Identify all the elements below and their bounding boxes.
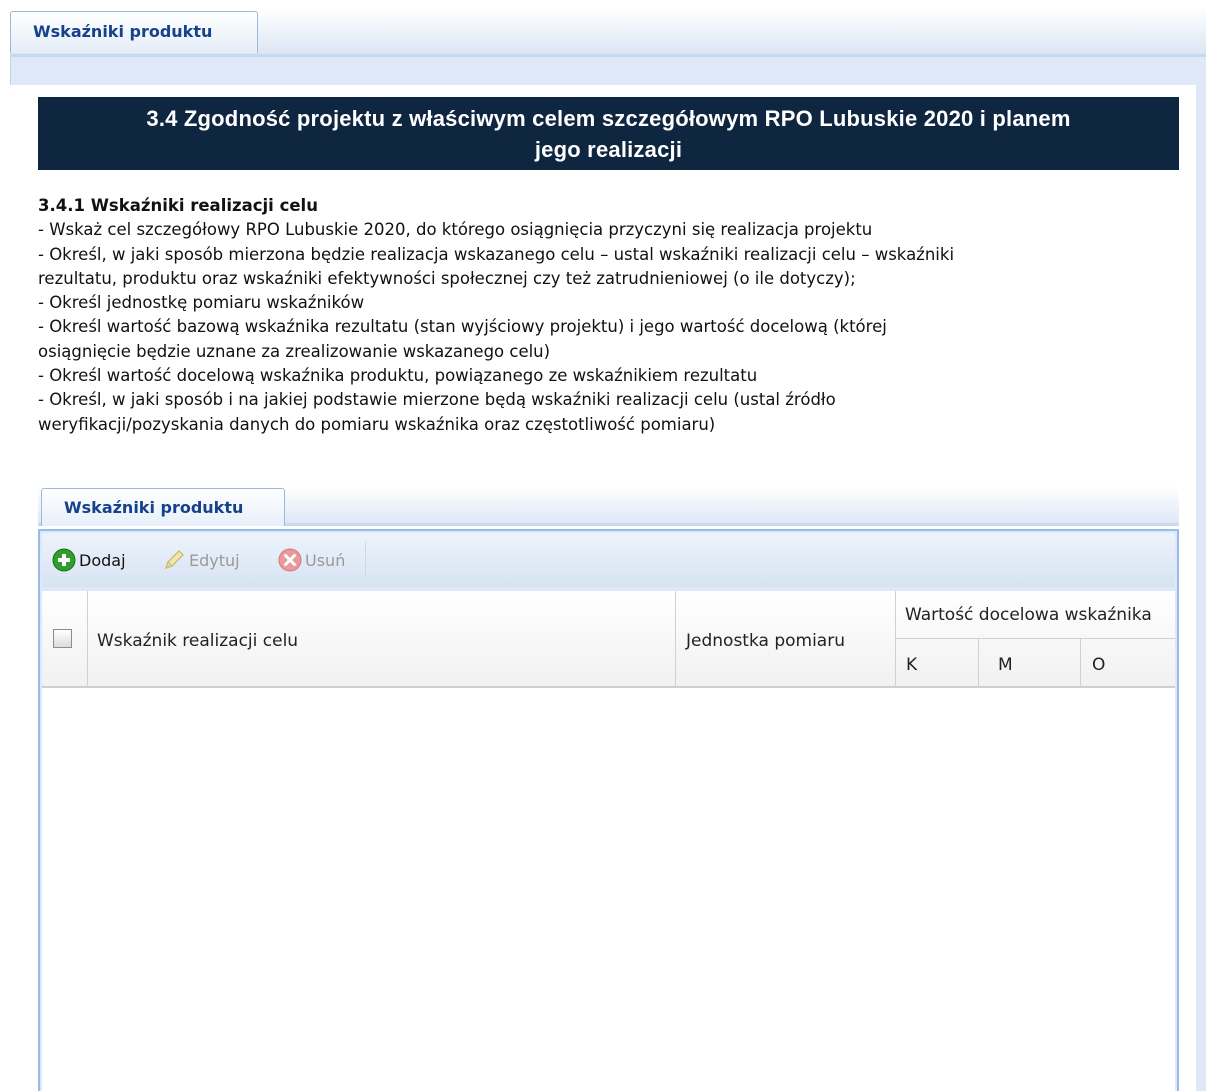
section-title-line2: jego realizacji (534, 137, 683, 162)
outer-tab-strip: Wskaźniki produktu (10, 8, 1206, 57)
delete-circle-icon (278, 548, 302, 572)
plus-circle-icon (52, 548, 76, 572)
description-line: - Określ, w jaki sposób i na jakiej pods… (38, 390, 836, 410)
tab-wskazniki-produktu-outer[interactable]: Wskaźniki produktu (10, 11, 258, 53)
inner-tab-strip: Wskaźniki produktu (38, 486, 1179, 526)
column-header-o[interactable]: O (1081, 639, 1175, 688)
toolbar-separator (365, 542, 366, 578)
section-description: 3.4.1 Wskaźniki realizacji celu - Wskaż … (38, 194, 1179, 437)
description-line: - Określ wartość bazową wskaźnika rezult… (38, 317, 887, 337)
select-all-column (42, 591, 88, 688)
pencil-icon (165, 550, 184, 569)
column-header-unit[interactable]: Jednostka pomiaru (676, 591, 896, 688)
section-title-banner: 3.4 Zgodność projektu z właściwym celem … (38, 97, 1179, 170)
tab-wskazniki-produktu[interactable]: Wskaźniki produktu (41, 488, 285, 526)
description-line: - Określ wartość docelową wskaźnika prod… (38, 366, 758, 386)
column-group-target-value: Wartość docelowa wskaźnika (896, 591, 1175, 639)
column-header-indicator[interactable]: Wskaźnik realizacji celu (88, 591, 676, 688)
delete-button-label: Usuń (305, 550, 346, 570)
section-title-line1: 3.4 Zgodność projektu z właściwym celem … (146, 106, 1071, 131)
indicators-grid: Wskaźnik realizacji celu Jednostka pomia… (42, 591, 1175, 1091)
delete-button[interactable]: Usuń (278, 546, 345, 574)
column-header-m[interactable]: M (979, 639, 1081, 688)
grid-header: Wskaźnik realizacji celu Jednostka pomia… (42, 591, 1175, 688)
description-line: osiągnięcie będzie uznane za zrealizowan… (38, 341, 551, 361)
select-all-checkbox[interactable] (53, 629, 72, 648)
description-line: - Wskaż cel szczegółowy RPO Lubuskie 202… (38, 220, 873, 240)
add-button[interactable]: Dodaj (52, 546, 126, 574)
edit-button[interactable]: Edytuj (162, 546, 240, 574)
subsection-title: 3.4.1 Wskaźniki realizacji celu (38, 196, 318, 215)
edit-button-label: Edytuj (189, 550, 240, 570)
grid-toolbar: Dodaj Edytuj Usuń (42, 533, 1175, 587)
add-button-label: Dodaj (79, 550, 126, 570)
description-line: - Określ, w jaki sposób mierzona będzie … (38, 244, 955, 264)
description-line: weryfikacji/pozyskania danych do pomiaru… (38, 414, 716, 434)
description-line: rezultatu, produktu oraz wskaźniki efekt… (38, 268, 856, 288)
column-header-k[interactable]: K (896, 639, 979, 688)
grid-body (42, 688, 1175, 1091)
description-line: - Określ jednostkę pomiaru wskaźników (38, 293, 365, 313)
